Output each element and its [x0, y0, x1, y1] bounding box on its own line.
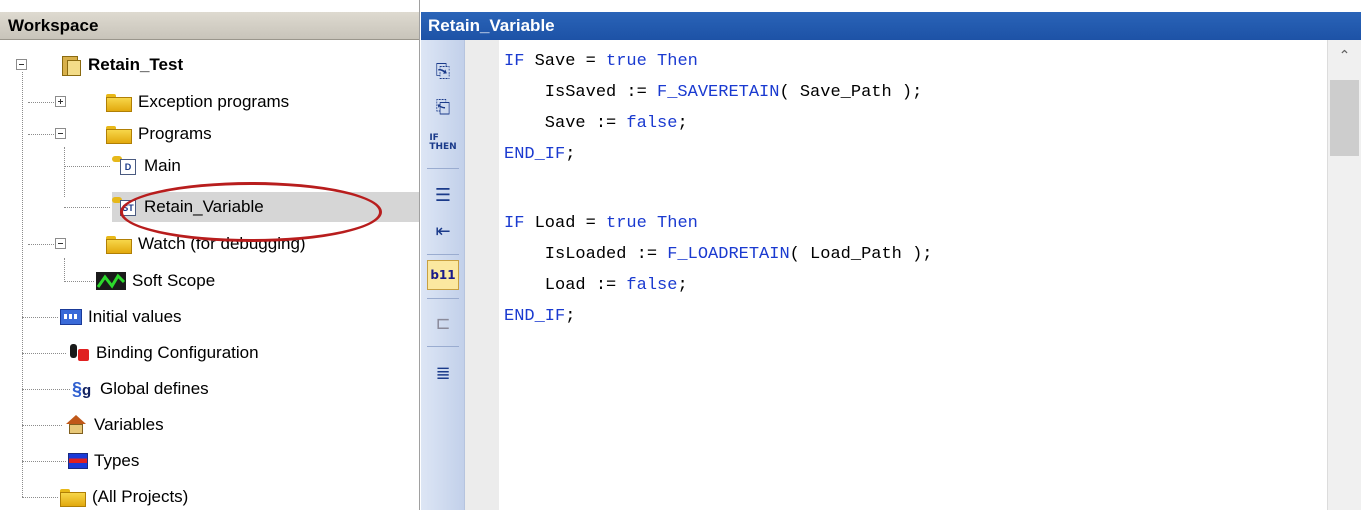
tree-line [22, 461, 66, 462]
code-line: IF Save = true Then [504, 52, 698, 71]
insert-after-icon[interactable]: ⎗ [427, 92, 459, 122]
code-line: END_IF; [504, 145, 576, 164]
tree-line [64, 258, 65, 280]
folder-icon [106, 235, 132, 254]
tree-line [22, 317, 58, 318]
tree-line [22, 425, 62, 426]
tree-item-label: Main [144, 156, 181, 175]
tree-line [22, 353, 66, 354]
code-line: Load := false; [504, 276, 688, 295]
workspace-top-border [0, 0, 419, 12]
scroll-up-icon[interactable]: ⌃ [1328, 48, 1361, 78]
tree-line [64, 147, 65, 197]
annotation-circle [120, 182, 382, 242]
editor-gutter [465, 40, 499, 510]
scrollbar-thumb[interactable] [1330, 80, 1359, 156]
workspace-title: Workspace [8, 16, 99, 35]
collapse-toggle[interactable] [16, 59, 27, 70]
workspace-panel: Workspace Retain_Test Exception programs… [0, 0, 420, 510]
tree-item-soft-scope[interactable]: Soft Scope [96, 266, 215, 296]
tree-line [22, 497, 58, 498]
collapse-toggle[interactable] [55, 128, 66, 139]
editor-tab[interactable]: Retain_Variable [421, 12, 1361, 40]
types-icon [68, 453, 88, 469]
indent-icon[interactable]: ☰ [427, 180, 459, 210]
tree-line [28, 102, 54, 103]
house-icon [64, 415, 88, 435]
format-icon[interactable]: ≣ [427, 358, 459, 388]
tree-line [64, 207, 110, 208]
tree-line [22, 389, 70, 390]
vertical-scrollbar[interactable]: ⌃ [1327, 40, 1361, 510]
tree-item-main[interactable]: D Main [112, 151, 181, 181]
code-line: END_IF; [504, 307, 576, 326]
tree-item-label: Programs [138, 124, 212, 143]
toolbar-separator [427, 298, 459, 299]
tree-item-label: Types [94, 451, 140, 470]
tree-item-label: Retain_Test [88, 55, 184, 74]
tree-item-programs[interactable]: Programs [106, 119, 212, 149]
folder-icon [60, 488, 86, 507]
tree-item-types[interactable]: Types [68, 446, 139, 476]
toolbar-separator [427, 254, 459, 255]
tree-line [22, 72, 23, 497]
grid-icon [60, 309, 82, 325]
toolbar-separator [427, 168, 459, 169]
tree-item-label: Initial values [88, 307, 182, 326]
tree-line [28, 134, 54, 135]
insert-before-icon[interactable]: ⎘ [427, 56, 459, 86]
editor-toolbar: ⎘ ⎗ IF THEN ☰ ⇤ b11 ⊏ ≣ [421, 40, 465, 510]
defines-icon: §g [72, 379, 92, 399]
program-icon: D [112, 156, 138, 176]
tree-item-exception-programs[interactable]: Exception programs [106, 87, 289, 117]
tree-item-all-projects[interactable]: (All Projects) [60, 482, 188, 510]
workspace-header: Workspace [0, 12, 419, 40]
folder-icon [106, 93, 132, 112]
expand-toggle[interactable] [55, 96, 66, 107]
tree-item-label: Exception programs [138, 92, 290, 111]
tree-line [64, 281, 94, 282]
tree-item-label: Variables [94, 415, 164, 434]
tree-line [28, 244, 54, 245]
tree-item-binding-configuration[interactable]: Binding Configuration [68, 338, 259, 368]
scope-icon [96, 272, 126, 290]
project-icon [60, 54, 82, 76]
code-area[interactable]: IF Save = true Then IsSaved := F_SAVERET… [499, 40, 1329, 510]
tree-item-label: Soft Scope [132, 271, 216, 290]
editor-panel: Retain_Variable ⎘ ⎗ IF THEN ☰ ⇤ b11 ⊏ ≣ I… [421, 0, 1361, 510]
folder-icon [106, 125, 132, 144]
tree-item-initial-values[interactable]: Initial values [60, 302, 182, 332]
tree-item-variables[interactable]: Variables [64, 410, 164, 440]
line-numbers-icon[interactable]: b11 [427, 260, 459, 290]
code-line: IsSaved := F_SAVERETAIN( Save_Path ); [504, 83, 923, 102]
tree-item-label: Binding Configuration [96, 343, 259, 362]
code-line: Save := false; [504, 114, 688, 133]
blocks-icon[interactable]: ⊏ [427, 308, 459, 338]
code-line: IsLoaded := F_LOADRETAIN( Load_Path ); [504, 245, 933, 264]
editor-top-border [421, 0, 1361, 12]
tree-item-label: (All Projects) [92, 487, 189, 506]
binding-icon [68, 343, 90, 363]
tree-item-retain-test[interactable]: Retain_Test [60, 50, 183, 80]
if-then-icon[interactable]: IF THEN [427, 128, 459, 158]
tree-item-label: Global defines [100, 379, 209, 398]
tree-line [64, 166, 110, 167]
outdent-icon[interactable]: ⇤ [427, 216, 459, 246]
code-line: IF Load = true Then [504, 214, 698, 233]
toolbar-separator [427, 346, 459, 347]
collapse-toggle[interactable] [55, 238, 66, 249]
tree-item-global-defines[interactable]: §g Global defines [72, 374, 209, 404]
editor-tab-title: Retain_Variable [428, 16, 555, 35]
